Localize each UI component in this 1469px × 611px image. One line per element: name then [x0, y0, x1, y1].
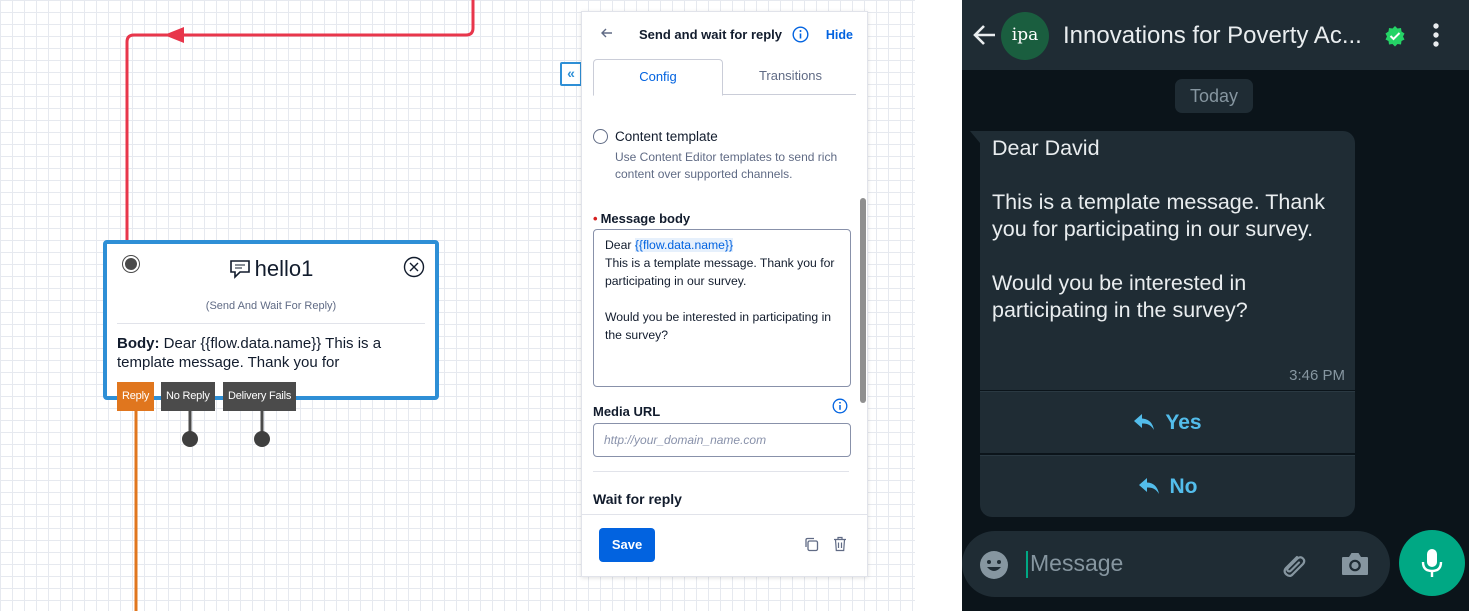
transition-reply[interactable]: Reply: [117, 382, 155, 411]
transition-delivery-fails[interactable]: Delivery Fails: [223, 382, 297, 411]
content-template-description: Use Content Editor templates to send ric…: [615, 150, 838, 181]
collapse-panel-button[interactable]: «: [560, 62, 582, 86]
media-url-input[interactable]: http://your_domain_name.com: [593, 423, 851, 457]
close-circle-icon[interactable]: [403, 256, 425, 278]
quick-reply-no[interactable]: No: [980, 455, 1355, 517]
send-and-wait-widget[interactable]: hello1 (Send And Wait For Reply) Body: D…: [103, 240, 439, 400]
microphone-button[interactable]: [1399, 530, 1465, 596]
paperclip-icon[interactable]: [1277, 549, 1309, 586]
message-input-bar[interactable]: Message: [962, 531, 1390, 597]
panel-footer: Save: [582, 514, 867, 576]
transition-no-reply[interactable]: No Reply: [161, 382, 215, 411]
widget-body: Body: Dear {{flow.data.name}} This is a …: [117, 334, 419, 372]
hide-panel-link[interactable]: Hide: [826, 28, 853, 42]
message-body-label: • Message body: [593, 211, 691, 226]
tab-transitions[interactable]: Transitions: [723, 59, 858, 95]
message-input[interactable]: Message: [1030, 550, 1123, 577]
panel-scrollbar[interactable]: [860, 198, 866, 403]
copy-icon[interactable]: [804, 537, 819, 557]
chat-bubble-icon: [229, 259, 251, 285]
content-template-radio[interactable]: [593, 129, 608, 144]
trash-icon[interactable]: [833, 536, 847, 557]
screenshot-gutter: [915, 0, 962, 611]
avatar[interactable]: ipa: [1001, 12, 1049, 60]
save-button[interactable]: Save: [599, 528, 655, 562]
more-vertical-icon[interactable]: [1432, 22, 1440, 53]
delivery-fails-port[interactable]: [254, 431, 270, 447]
info-icon[interactable]: [832, 398, 848, 419]
widget-title-text: hello1: [254, 256, 314, 281]
arrow-left-icon[interactable]: [972, 22, 998, 53]
date-chip: Today: [1175, 79, 1253, 113]
widget-config-panel: Send and wait for reply Hide Config Tran…: [581, 11, 868, 577]
whatsapp-chat-screen: ipa Innovations for Poverty Ac... Today …: [962, 0, 1469, 611]
media-url-label: Media URL: [593, 404, 661, 419]
message-time: 3:46 PM: [1289, 367, 1345, 384]
info-icon[interactable]: [792, 26, 809, 48]
wait-for-reply-label: Wait for reply: [593, 491, 682, 507]
panel-tabs: Config Transitions: [593, 59, 858, 96]
message-bubble[interactable]: Dear David This is a template message. T…: [970, 131, 1355, 390]
reply-arrow-icon: [1134, 414, 1155, 430]
verified-badge-icon: [1384, 25, 1406, 52]
content-template-title: Content template: [615, 129, 718, 144]
flow-variable: {{flow.data.name}}: [634, 238, 734, 252]
panel-title: Send and wait for reply: [639, 27, 783, 42]
wire-arrow-icon: [164, 27, 184, 43]
microphone-icon: [1421, 549, 1443, 577]
contact-name[interactable]: Innovations for Poverty Ac...: [1063, 22, 1383, 50]
widget-divider: [117, 323, 425, 324]
widget-subtitle: (Send And Wait For Reply): [205, 300, 337, 312]
panel-divider: [593, 471, 849, 472]
message-text: Dear David This is a template message. T…: [992, 136, 1326, 322]
chat-header: ipa Innovations for Poverty Ac...: [962, 0, 1469, 70]
reply-arrow-icon: [1138, 478, 1159, 494]
message-body-textarea[interactable]: Dear {{flow.data.name}} This is a templa…: [593, 229, 851, 387]
arrow-left-icon[interactable]: [600, 26, 614, 43]
body-label: Body:: [117, 335, 160, 352]
quick-reply-yes[interactable]: Yes: [980, 391, 1355, 453]
tab-config[interactable]: Config: [593, 59, 723, 96]
text-caret: [1026, 551, 1028, 578]
widget-title: hello1: [107, 256, 435, 285]
required-marker: •: [593, 211, 598, 226]
emoji-icon[interactable]: [979, 550, 1009, 585]
flow-canvas[interactable]: hello1 (Send And Wait For Reply) Body: D…: [0, 0, 915, 611]
camera-icon[interactable]: [1340, 550, 1370, 583]
no-reply-port[interactable]: [182, 431, 198, 447]
panel-header: Send and wait for reply Hide: [582, 12, 867, 60]
bubble-tail: [970, 131, 980, 143]
